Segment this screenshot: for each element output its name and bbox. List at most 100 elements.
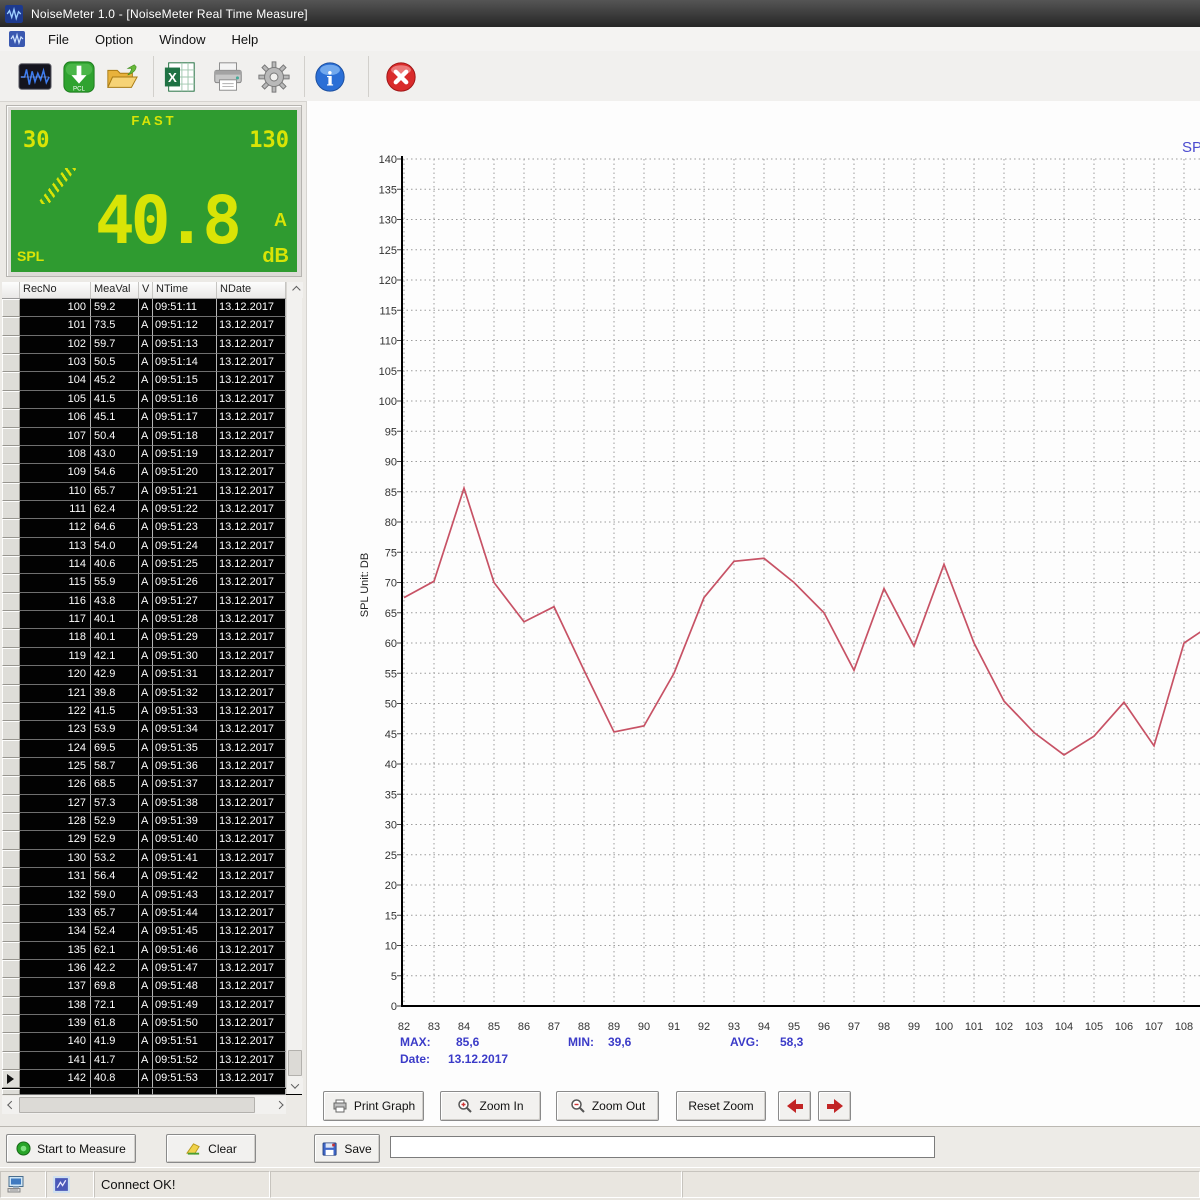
table-row[interactable]: 128 52.9 A 09:51:39 13.12.2017 xyxy=(2,813,302,831)
table-row[interactable]: 116 43.8 A 09:51:27 13.12.2017 xyxy=(2,593,302,611)
waveform-display-icon[interactable] xyxy=(16,58,54,96)
header-recno[interactable]: RecNo xyxy=(20,282,91,298)
row-selector[interactable] xyxy=(2,409,20,427)
horizontal-scroll-thumb[interactable] xyxy=(19,1097,255,1113)
row-selector[interactable] xyxy=(2,905,20,923)
table-row[interactable]: 133 65.7 A 09:51:44 13.12.2017 xyxy=(2,905,302,923)
table-row[interactable]: 119 42.1 A 09:51:30 13.12.2017 xyxy=(2,648,302,666)
menu-file[interactable]: File xyxy=(35,28,82,51)
table-row[interactable]: 103 50.5 A 09:51:14 13.12.2017 xyxy=(2,354,302,372)
row-selector[interactable] xyxy=(2,317,20,335)
row-selector[interactable] xyxy=(2,868,20,886)
table-row[interactable]: 102 59.7 A 09:51:13 13.12.2017 xyxy=(2,336,302,354)
table-row[interactable]: 124 69.5 A 09:51:35 13.12.2017 xyxy=(2,740,302,758)
save-filename-input[interactable] xyxy=(390,1136,935,1158)
menu-option[interactable]: Option xyxy=(82,28,146,51)
row-selector[interactable] xyxy=(2,336,20,354)
table-horizontal-scrollbar[interactable] xyxy=(2,1096,286,1114)
table-row[interactable]: 127 57.3 A 09:51:38 13.12.2017 xyxy=(2,795,302,813)
table-row[interactable]: 113 54.0 A 09:51:24 13.12.2017 xyxy=(2,538,302,556)
row-selector[interactable] xyxy=(2,556,20,574)
row-selector[interactable] xyxy=(2,758,20,776)
start-measure-button[interactable]: Start to Measure xyxy=(6,1134,136,1163)
table-row[interactable]: 141 41.7 A 09:51:52 13.12.2017 xyxy=(2,1052,302,1070)
table-row[interactable]: 118 40.1 A 09:51:29 13.12.2017 xyxy=(2,629,302,647)
table-row[interactable]: 110 65.7 A 09:51:21 13.12.2017 xyxy=(2,483,302,501)
row-selector[interactable] xyxy=(2,538,20,556)
menu-help[interactable]: Help xyxy=(219,28,272,51)
row-selector[interactable] xyxy=(2,813,20,831)
table-row[interactable]: 125 58.7 A 09:51:36 13.12.2017 xyxy=(2,758,302,776)
print-icon[interactable] xyxy=(209,58,247,96)
row-selector[interactable] xyxy=(2,850,20,868)
table-row[interactable]: 109 54.6 A 09:51:20 13.12.2017 xyxy=(2,464,302,482)
row-selector[interactable] xyxy=(2,685,20,703)
table-row[interactable]: 140 41.9 A 09:51:51 13.12.2017 xyxy=(2,1033,302,1051)
table-row[interactable]: 129 52.9 A 09:51:40 13.12.2017 xyxy=(2,831,302,849)
row-selector[interactable] xyxy=(2,1033,20,1051)
pan-left-button[interactable] xyxy=(778,1091,811,1121)
row-selector[interactable] xyxy=(2,1015,20,1033)
row-selector[interactable] xyxy=(2,923,20,941)
row-selector[interactable] xyxy=(2,648,20,666)
print-graph-button[interactable]: Print Graph xyxy=(323,1091,424,1121)
row-selector[interactable] xyxy=(2,372,20,390)
table-row[interactable]: 122 41.5 A 09:51:33 13.12.2017 xyxy=(2,703,302,721)
row-selector[interactable] xyxy=(2,391,20,409)
scroll-left-button[interactable] xyxy=(2,1096,18,1114)
save-button[interactable]: Save xyxy=(314,1134,380,1163)
table-row[interactable]: 107 50.4 A 09:51:18 13.12.2017 xyxy=(2,428,302,446)
row-selector[interactable] xyxy=(2,501,20,519)
header-meaval[interactable]: MeaVal xyxy=(91,282,139,298)
row-selector[interactable] xyxy=(2,629,20,647)
row-selector[interactable] xyxy=(2,1052,20,1070)
table-row[interactable]: 100 59.2 A 09:51:11 13.12.2017 xyxy=(2,299,302,317)
row-selector[interactable] xyxy=(2,483,20,501)
table-row[interactable]: 111 62.4 A 09:51:22 13.12.2017 xyxy=(2,501,302,519)
row-selector[interactable] xyxy=(2,666,20,684)
row-selector[interactable] xyxy=(2,464,20,482)
table-row[interactable]: 120 42.9 A 09:51:31 13.12.2017 xyxy=(2,666,302,684)
row-selector[interactable] xyxy=(2,978,20,996)
export-excel-icon[interactable]: X xyxy=(161,58,199,96)
table-row[interactable]: 136 42.2 A 09:51:47 13.12.2017 xyxy=(2,960,302,978)
header-ntime[interactable]: NTime xyxy=(153,282,217,298)
table-row[interactable]: 132 59.0 A 09:51:43 13.12.2017 xyxy=(2,887,302,905)
table-row[interactable]: 126 68.5 A 09:51:37 13.12.2017 xyxy=(2,776,302,794)
row-selector[interactable] xyxy=(2,611,20,629)
table-row[interactable]: 142 40.8 A 09:51:53 13.12.2017 xyxy=(2,1070,302,1088)
table-row[interactable]: 114 40.6 A 09:51:25 13.12.2017 xyxy=(2,556,302,574)
table-row[interactable]: 106 45.1 A 09:51:17 13.12.2017 xyxy=(2,409,302,427)
row-selector[interactable] xyxy=(2,1070,20,1088)
table-row[interactable]: 104 45.2 A 09:51:15 13.12.2017 xyxy=(2,372,302,390)
row-selector[interactable] xyxy=(2,428,20,446)
open-file-icon[interactable] xyxy=(103,58,141,96)
row-selector[interactable] xyxy=(2,299,20,317)
vertical-scroll-thumb[interactable] xyxy=(288,1050,302,1076)
table-row[interactable]: 130 53.2 A 09:51:41 13.12.2017 xyxy=(2,850,302,868)
row-selector[interactable] xyxy=(2,831,20,849)
table-vertical-scrollbar[interactable] xyxy=(286,282,302,1094)
menu-window[interactable]: Window xyxy=(146,28,218,51)
table-row[interactable]: 138 72.1 A 09:51:49 13.12.2017 xyxy=(2,997,302,1015)
info-icon[interactable]: i xyxy=(311,58,349,96)
table-row[interactable]: 105 41.5 A 09:51:16 13.12.2017 xyxy=(2,391,302,409)
row-selector[interactable] xyxy=(2,721,20,739)
settings-gear-icon[interactable] xyxy=(255,58,293,96)
table-row[interactable]: 131 56.4 A 09:51:42 13.12.2017 xyxy=(2,868,302,886)
header-ndate[interactable]: NDate xyxy=(217,282,286,298)
table-row[interactable]: 101 73.5 A 09:51:12 13.12.2017 xyxy=(2,317,302,335)
table-row[interactable]: 134 52.4 A 09:51:45 13.12.2017 xyxy=(2,923,302,941)
clear-button[interactable]: Clear xyxy=(166,1134,256,1163)
zoom-out-button[interactable]: Zoom Out xyxy=(556,1091,659,1121)
table-row[interactable]: 108 43.0 A 09:51:19 13.12.2017 xyxy=(2,446,302,464)
table-row[interactable]: 137 69.8 A 09:51:48 13.12.2017 xyxy=(2,978,302,996)
zoom-in-button[interactable]: Zoom In xyxy=(440,1091,541,1121)
table-row[interactable]: 123 53.9 A 09:51:34 13.12.2017 xyxy=(2,721,302,739)
download-records-icon[interactable]: PCL xyxy=(60,58,98,96)
table-row[interactable]: 135 62.1 A 09:51:46 13.12.2017 xyxy=(2,942,302,960)
row-selector[interactable] xyxy=(2,703,20,721)
row-selector[interactable] xyxy=(2,740,20,758)
row-selector[interactable] xyxy=(2,942,20,960)
scroll-up-button[interactable] xyxy=(287,282,303,298)
